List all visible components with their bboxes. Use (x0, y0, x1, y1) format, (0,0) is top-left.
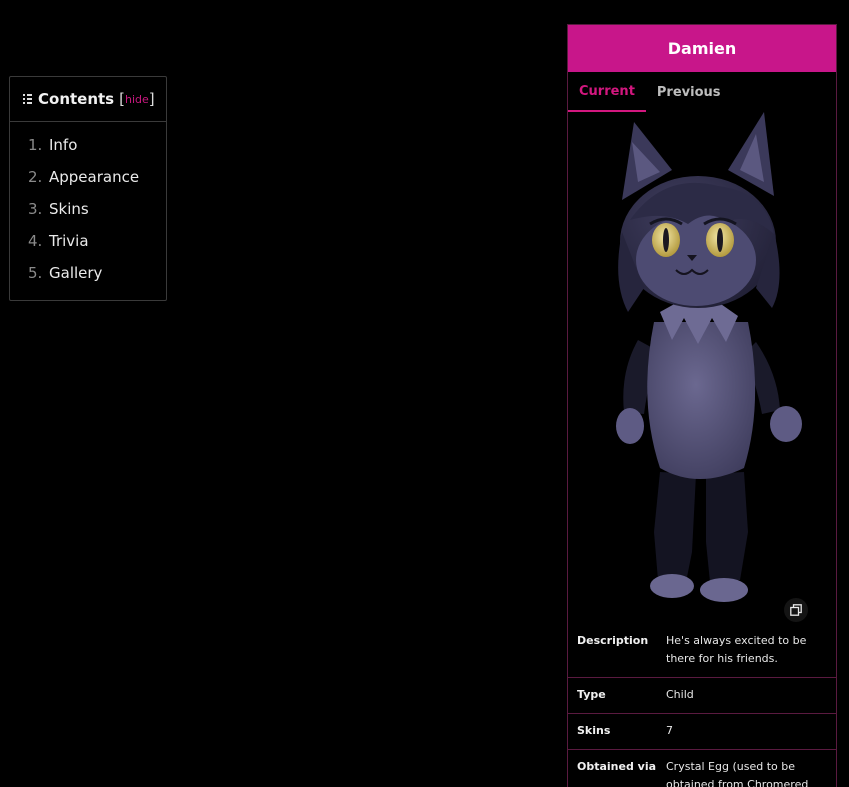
toc-item-label[interactable]: Gallery (49, 264, 102, 282)
table-of-contents: Contents [ hide ] 1. Info 2. Appearance … (9, 76, 167, 301)
tab-previous[interactable]: Previous (646, 72, 732, 112)
toc-item-number: 5. (28, 264, 43, 282)
infobox-value: Child (666, 688, 694, 701)
character-render (616, 112, 802, 602)
infobox-row-obtained-via: Obtained via Crystal Egg (used to be obt… (568, 749, 836, 787)
toc-header: Contents [ hide ] (10, 77, 166, 122)
toc-item-number: 4. (28, 232, 43, 250)
list-icon (23, 94, 32, 104)
toc-bracket-close: ] (148, 90, 155, 108)
toc-title: Contents (38, 90, 115, 108)
toc-item-number: 3. (28, 200, 43, 218)
infobox-value: Crystal Egg (used to be obtained from Ch… (666, 760, 809, 787)
infobox-title: Damien (568, 25, 836, 72)
toc-item-label[interactable]: Trivia (49, 232, 89, 250)
infobox-row-description: Description He's always excited to be th… (568, 624, 836, 677)
toc-item-trivia[interactable]: 4. Trivia (28, 232, 166, 264)
infobox-value: 7 (666, 724, 673, 737)
infobox-value: He's always excited to be there for his … (666, 634, 807, 665)
toc-item-info[interactable]: 1. Info (28, 136, 166, 168)
infobox-key: Obtained via (577, 760, 657, 773)
toc-hide-link[interactable]: hide (125, 93, 149, 106)
infobox-key: Description (577, 634, 649, 647)
toc-item-label[interactable]: Skins (49, 200, 89, 218)
toc-item-number: 1. (28, 136, 43, 154)
toc-item-gallery[interactable]: 5. Gallery (28, 264, 166, 296)
toc-item-number: 2. (28, 168, 43, 186)
expand-image-button[interactable] (784, 598, 808, 622)
toc-list: 1. Info 2. Appearance 3. Skins 4. Trivia… (10, 122, 166, 296)
expand-icon (790, 604, 802, 616)
infobox-row-skins: Skins 7 (568, 713, 836, 749)
toc-item-label[interactable]: Appearance (49, 168, 139, 186)
infobox-tabs: Current Previous (568, 72, 836, 112)
character-infobox: Damien Current Previous Description He's… (567, 24, 837, 787)
infobox-key: Type (577, 688, 606, 701)
infobox-row-type: Type Child (568, 677, 836, 713)
infobox-key: Skins (577, 724, 611, 737)
toc-item-skins[interactable]: 3. Skins (28, 200, 166, 232)
toc-item-appearance[interactable]: 2. Appearance (28, 168, 166, 200)
character-image[interactable] (568, 112, 836, 624)
tab-current[interactable]: Current (568, 72, 646, 112)
toc-item-label[interactable]: Info (49, 136, 77, 154)
